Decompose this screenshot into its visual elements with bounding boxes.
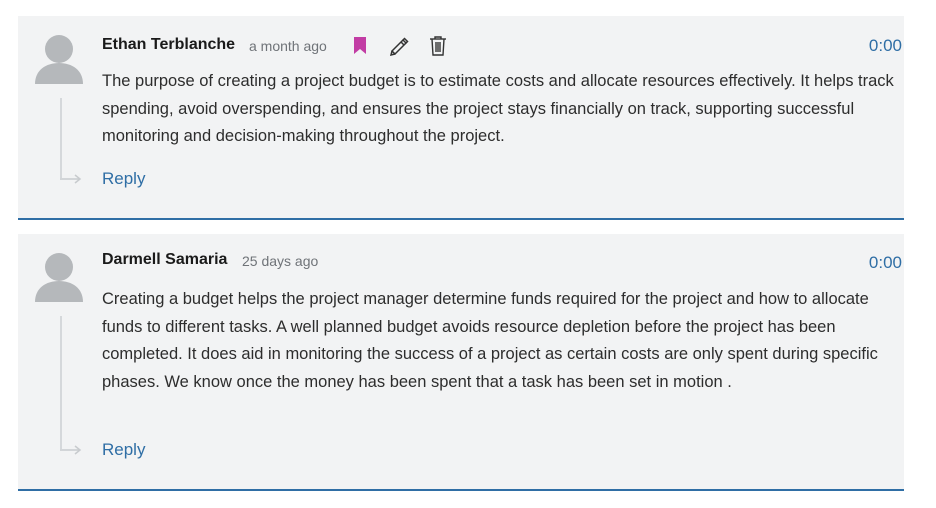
- comment-card: Darmell Samaria 25 days ago 0:00 Creatin…: [18, 234, 904, 491]
- comment-timestamp-link[interactable]: 0:00: [869, 253, 902, 273]
- comment-time: 25 days ago: [242, 253, 319, 269]
- comment-author[interactable]: Ethan Terblanche: [102, 36, 235, 54]
- reply-button[interactable]: Reply: [102, 440, 145, 460]
- comment-time: a month ago: [249, 38, 327, 54]
- avatar: [35, 35, 83, 84]
- comment-author[interactable]: Darmell Samaria: [102, 251, 227, 269]
- thread-line: [60, 316, 62, 449]
- trash-icon[interactable]: [428, 35, 448, 56]
- bookmark-icon[interactable]: [353, 36, 367, 55]
- comment-body: The purpose of creating a project budget…: [102, 72, 894, 145]
- pencil-icon[interactable]: [388, 35, 410, 57]
- reply-arrow-icon: [60, 174, 82, 184]
- reply-arrow-icon: [60, 445, 82, 455]
- reply-button[interactable]: Reply: [102, 169, 145, 189]
- comment-timestamp-link[interactable]: 0:00: [869, 36, 902, 56]
- comment-card: Ethan Terblanche a month ago 0:00 The pu…: [18, 16, 904, 220]
- thread-line: [60, 98, 62, 178]
- comment-body: Creating a budget helps the project mana…: [102, 290, 878, 391]
- avatar: [35, 253, 83, 302]
